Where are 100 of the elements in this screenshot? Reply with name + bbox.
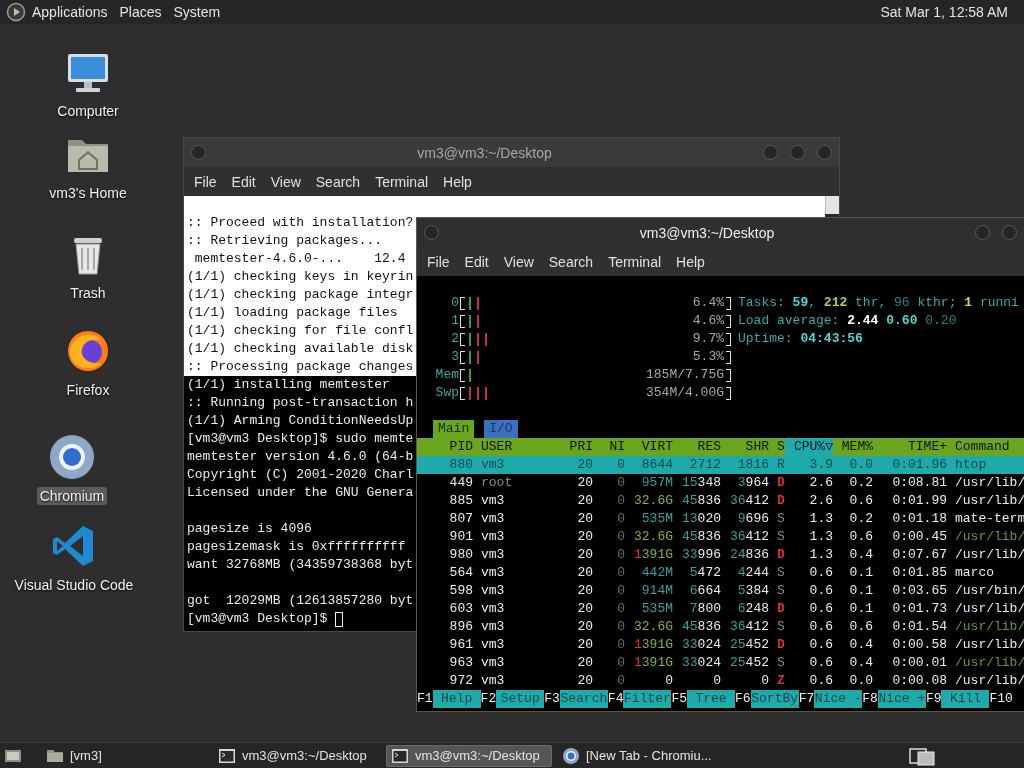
column-header[interactable]: Command [947, 438, 1024, 456]
icon-label[interactable]: Visual Studio Code [11, 576, 137, 594]
menu-item[interactable]: Search [310, 173, 371, 190]
menu-item[interactable]: Edit [226, 173, 266, 190]
panel-menu[interactable]: System [167, 4, 227, 20]
process-row[interactable]: 963 vm3 20 0 1391G 33024 25452 S 0.6 0.4 0:00.01 /usr/lib/ [417, 654, 1024, 672]
column-header[interactable]: RES [673, 438, 721, 456]
meter-label: 2 [450, 330, 459, 348]
menu-item[interactable]: File [189, 173, 227, 190]
table-cell-text: D [776, 546, 785, 564]
menu-item[interactable]: Search [543, 253, 604, 270]
menu-item[interactable]: Edit [459, 253, 499, 270]
icon-label[interactable]: Firefox [63, 381, 113, 399]
process-row[interactable]: 901 vm3 20 0 32.6G 45836 36412 S 1.3 0.6 0:00.45 /usr/lib/ [417, 528, 1024, 546]
terminal-line: (1/1) checking available disk [187, 340, 414, 358]
terminal-pane[interactable] [417, 276, 1024, 711]
icon-label[interactable]: Computer [54, 102, 122, 120]
table-cell-text: 20 [576, 456, 593, 474]
column-header[interactable]: VIRT [625, 438, 673, 456]
table-cell-text: 13020 [681, 510, 721, 528]
table-cell-text: 0 [616, 510, 625, 528]
panel-menu[interactable]: Places [113, 4, 168, 20]
meter-reading: 5.3% [692, 348, 724, 366]
terminal-line: pagesizemask is 0xffffffffff [187, 538, 406, 556]
table-cell-text: /usr/lib/ [954, 672, 1024, 690]
column-header[interactable]: PRI [569, 438, 593, 456]
table-cell-text: 0 [616, 564, 625, 582]
column-header[interactable]: S [769, 438, 785, 456]
terminal-line: :: Processing package changes [187, 358, 414, 376]
table-cell-text: 914M [640, 582, 673, 600]
icon-label[interactable]: vm3's Home [46, 184, 130, 202]
table-cell-text: vm3 [480, 636, 506, 654]
process-row[interactable]: 880 vm3 20 0 8644 2712 1816 R 3.9 0.0 0:01.96 htop [417, 456, 1024, 474]
table-cell-text: 0:01.18 [891, 510, 947, 528]
icon-label[interactable]: Chromium [36, 487, 108, 505]
table-cell-text: 20 [576, 564, 593, 582]
info-line: Tasks: 59, 212 thr, 96 kthr; 1 runni [738, 295, 1019, 310]
table-cell-text: 20 [576, 492, 593, 510]
process-row[interactable]: 807 vm3 20 0 535M 13020 9696 S 1.3 0.2 0:01.18 mate-term [417, 510, 1024, 528]
table-cell-text: 0:00.58 [891, 636, 947, 654]
chromium-icon[interactable] [48, 433, 96, 481]
process-row[interactable]: 603 vm3 20 0 535M 7800 6248 D 0.6 0.1 0:01.73 /usr/lib/ [417, 600, 1024, 618]
table-cell-text: /usr/bin/ [954, 582, 1024, 600]
table-cell-text: vm3 [480, 654, 506, 672]
menu-item[interactable]: Terminal [370, 173, 439, 190]
table-cell-text: 0 [616, 582, 625, 600]
table-cell-text: 0:03.65 [891, 582, 947, 600]
terminal-icon [218, 746, 236, 765]
taskbar-button[interactable]: vm3@vm3:~/Desktop [214, 744, 380, 767]
table-cell-text: 2.6 [808, 492, 833, 510]
process-row[interactable]: 598 vm3 20 0 914M 6664 5384 S 0.6 0.1 0:03.65 /usr/bin/ [417, 582, 1024, 600]
panel-menu[interactable]: Applications [26, 4, 114, 20]
process-row[interactable]: 980 vm3 20 0 1391G 33996 24836 D 1.3 0.4 0:07.67 /usr/lib/ [417, 546, 1024, 564]
table-cell-text: 901 [448, 528, 473, 546]
icon-label[interactable]: Trash [67, 284, 109, 302]
process-row[interactable]: 449 root 20 0 957M 15348 3964 D 2.6 0.2 0:08.81 /usr/lib/ [417, 474, 1024, 492]
table-cell-text: 20 [576, 528, 593, 546]
column-header[interactable]: TIME+ [873, 438, 947, 456]
process-row[interactable]: 564 vm3 20 0 442M 5472 4244 S 0.6 0.1 0:01.85 marco [417, 564, 1024, 582]
taskbar-button[interactable]: [New Tab - Chromiu... [558, 744, 724, 767]
column-header[interactable]: PID [417, 438, 473, 456]
menu-item[interactable]: Terminal [603, 253, 672, 270]
tab[interactable]: Main [433, 420, 475, 438]
table-cell-text: 20 [576, 474, 593, 492]
table-cell-text: 45836 [681, 492, 721, 510]
table-cell-text: htop [954, 456, 988, 474]
function-key-button[interactable]: F10 [989, 690, 1013, 708]
table-cell-text: 20 [576, 654, 593, 672]
table-cell-text: 0.6 [808, 672, 833, 690]
table-cell-text: 0 [616, 636, 625, 654]
process-row[interactable]: 961 vm3 20 0 1391G 33024 25452 D 0.6 0.4 0:00.58 /usr/lib/ [417, 636, 1024, 654]
column-header[interactable]: CPU%▽ [785, 438, 833, 456]
process-row[interactable]: 885 vm3 20 0 32.6G 45836 36412 D 2.6 0.6 0:01.99 /usr/lib/ [417, 492, 1024, 510]
process-row[interactable]: 972 vm3 20 0 0 0 0 Z 0.6 0.0 0:00.08 /usr/lib/ [417, 672, 1024, 690]
table-cell-text: 0:00.01 [891, 654, 947, 672]
table-cell-text: /usr/lib/ [954, 618, 1024, 636]
menu-item[interactable]: Help [438, 173, 482, 190]
taskbar-button[interactable]: [vm3] [42, 744, 208, 767]
menu-item[interactable]: Help [671, 253, 715, 270]
table-cell-text: 0.2 [848, 510, 873, 528]
table-cell-text: 564 [448, 564, 473, 582]
table-cell-text: 0 [616, 618, 625, 636]
column-header[interactable]: NI [593, 438, 625, 456]
table-cell-text: 0:00.08 [891, 672, 947, 690]
table-cell-text: vm3 [480, 456, 506, 474]
table-cell-text: 0.6 [848, 528, 873, 546]
menu-item[interactable]: View [498, 253, 544, 270]
table-cell-text: S [776, 618, 785, 636]
table-cell-text: 0.6 [848, 618, 873, 636]
clock[interactable]: Sat Mar 1, 12:58 AM [874, 4, 1014, 20]
play-logo-icon[interactable] [6, 2, 26, 22]
menu-item[interactable]: File [422, 253, 460, 270]
table-cell-text: /usr/lib/ [954, 492, 1024, 510]
table-cell-text: 0 [616, 672, 625, 690]
taskbar-button[interactable]: vm3@vm3:~/Desktop [386, 744, 552, 767]
menu-item[interactable]: View [265, 173, 311, 190]
column-header[interactable]: USER [473, 438, 569, 456]
column-header[interactable]: SHR [721, 438, 769, 456]
process-row[interactable]: 896 vm3 20 0 32.6G 45836 36412 S 0.6 0.6 0:01.54 /usr/lib/ [417, 618, 1024, 636]
column-header[interactable]: MEM% [833, 438, 873, 456]
